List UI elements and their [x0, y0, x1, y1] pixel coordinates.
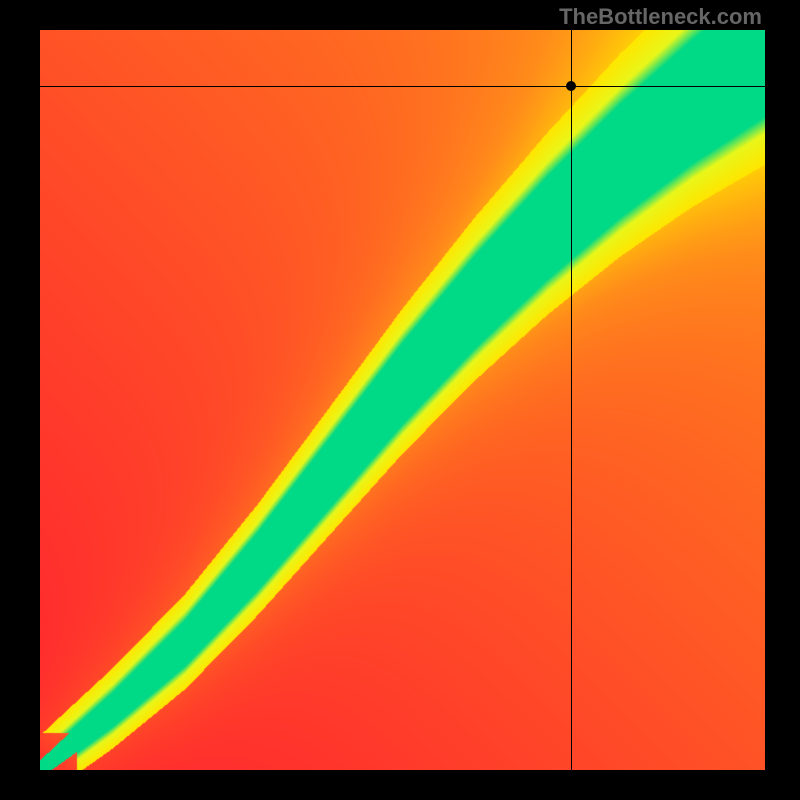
- marker-dot: [566, 81, 576, 91]
- heatmap-canvas: [40, 30, 765, 770]
- heatmap-plot: [40, 30, 765, 770]
- watermark-text: TheBottleneck.com: [559, 4, 762, 30]
- chart-container: TheBottleneck.com: [0, 0, 800, 800]
- crosshair-vertical: [571, 30, 572, 770]
- crosshair-horizontal: [40, 86, 765, 87]
